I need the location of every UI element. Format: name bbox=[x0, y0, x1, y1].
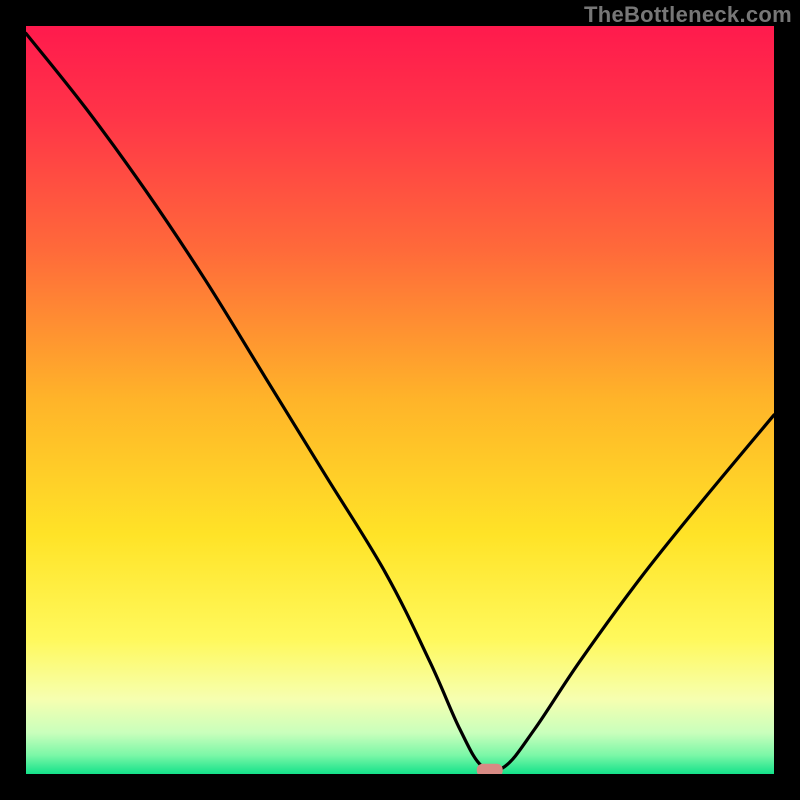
plot-area bbox=[26, 26, 774, 774]
gradient-background bbox=[26, 26, 774, 774]
watermark-text: TheBottleneck.com bbox=[584, 2, 792, 28]
bottleneck-chart bbox=[26, 26, 774, 774]
optimum-marker bbox=[477, 764, 503, 774]
chart-frame: TheBottleneck.com bbox=[0, 0, 800, 800]
